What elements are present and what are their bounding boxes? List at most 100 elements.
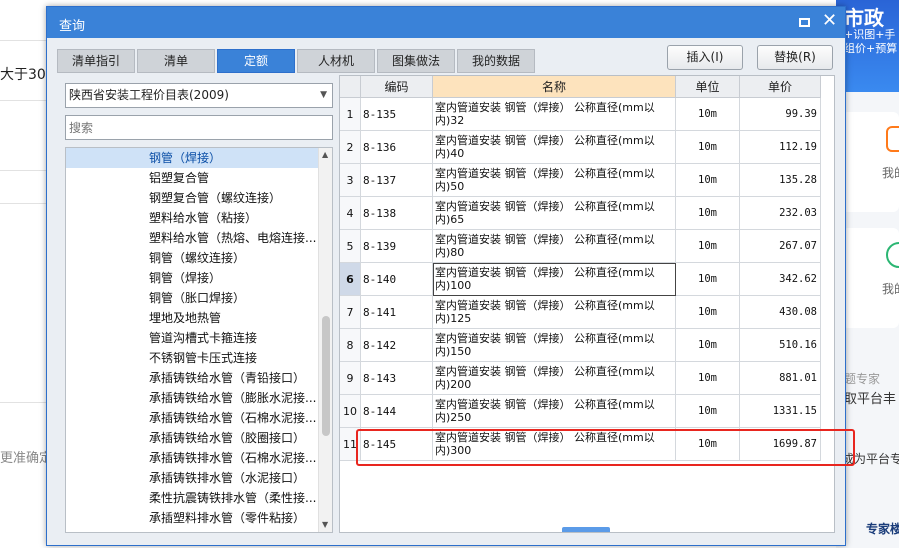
grid-header-code[interactable]: 编码 — [361, 76, 433, 98]
feature-card[interactable]: 我的 — [842, 228, 899, 328]
scroll-up-icon[interactable]: ▲ — [322, 150, 328, 159]
grid-cell-name[interactable]: 室内管道安装 钢管（焊接） 公称直径(mm以 内)80 — [433, 230, 676, 263]
grid-cell-price[interactable]: 232.03 — [740, 197, 821, 230]
grid-cell-idx[interactable]: 6 — [340, 263, 361, 296]
grid-cell-unit[interactable]: 10m — [676, 197, 740, 230]
tree-item[interactable]: 管道沟槽式卡箍连接 — [66, 328, 318, 348]
tree-item[interactable]: 承插铸铁排水管（水泥接口） — [66, 468, 318, 488]
tree-scrollbar[interactable]: ▲ ▼ — [318, 148, 332, 532]
grid-cell-name-line: 室内管道安装 钢管（焊接） 公称直径(mm以 — [435, 233, 655, 246]
grid-cell-idx[interactable]: 1 — [340, 98, 361, 131]
grid-cell-price[interactable]: 881.01 — [740, 362, 821, 395]
scroll-down-icon[interactable]: ▼ — [322, 520, 328, 529]
grid-cell-price[interactable]: 342.62 — [740, 263, 821, 296]
grid-cell-unit[interactable]: 10m — [676, 329, 740, 362]
tab-bill[interactable]: 清单 — [137, 49, 215, 73]
tree-item[interactable]: ... — [66, 528, 318, 532]
grid-cell-unit[interactable]: 10m — [676, 98, 740, 131]
grid-cell-price[interactable]: 1331.15 — [740, 395, 821, 428]
grid-cell-unit[interactable]: 10m — [676, 395, 740, 428]
grid-cell-code[interactable]: 8-139 — [361, 230, 433, 263]
tree-item[interactable]: 塑料给水管（粘接） — [66, 208, 318, 228]
grid-cell-code[interactable]: 8-138 — [361, 197, 433, 230]
tree-item[interactable]: 铝塑复合管 — [66, 168, 318, 188]
grid-cell-name[interactable]: 室内管道安装 钢管（焊接） 公称直径(mm以 内)125 — [433, 296, 676, 329]
grid-cell-code[interactable]: 8-136 — [361, 131, 433, 164]
grid-cell-price[interactable]: 510.16 — [740, 329, 821, 362]
tab-atlas-method[interactable]: 图集做法 — [377, 49, 455, 73]
tab-bill-guide[interactable]: 清单指引 — [57, 49, 135, 73]
feature-label: 我的 — [882, 282, 899, 296]
grid-cell-code[interactable]: 8-137 — [361, 164, 433, 197]
tree-item[interactable]: 钢塑复合管（螺纹连接） — [66, 188, 318, 208]
tree-item[interactable]: 埋地及地热管 — [66, 308, 318, 328]
grid-cell-unit[interactable]: 10m — [676, 296, 740, 329]
grid-cell-unit[interactable]: 10m — [676, 164, 740, 197]
tree-item[interactable]: 承插塑料排水管（零件粘接） — [66, 508, 318, 528]
grid-cell-price[interactable]: 99.39 — [740, 98, 821, 131]
grid-cell-name[interactable]: 室内管道安装 钢管（焊接） 公称直径(mm以 内)250 — [433, 395, 676, 428]
grid-cell-code[interactable]: 8-144 — [361, 395, 433, 428]
divider — [0, 40, 46, 41]
tree-item[interactable]: 不锈钢管卡压式连接 — [66, 348, 318, 368]
grid-cell-name[interactable]: 室内管道安装 钢管（焊接） 公称直径(mm以 内)40 — [433, 131, 676, 164]
scroll-thumb[interactable] — [322, 316, 330, 436]
grid-cell-idx[interactable]: 7 — [340, 296, 361, 329]
grid-cell-unit[interactable]: 10m — [676, 131, 740, 164]
grid-cell-idx[interactable]: 4 — [340, 197, 361, 230]
dialog-titlebar[interactable]: 查询 ✕ — [47, 7, 845, 38]
grid-header-name[interactable]: 名称 — [433, 76, 676, 98]
grid-cell-name[interactable]: 室内管道安装 钢管（焊接） 公称直径(mm以 内)65 — [433, 197, 676, 230]
grid-cell-code[interactable]: 8-141 — [361, 296, 433, 329]
grid-cell-name[interactable]: 室内管道安装 钢管（焊接） 公称直径(mm以 内)50 — [433, 164, 676, 197]
grid-cell-idx[interactable]: 10 — [340, 395, 361, 428]
search-input[interactable] — [65, 115, 333, 140]
insert-button[interactable]: 插入(I) — [667, 45, 743, 70]
tree-item[interactable]: 塑料给水管（热熔、电熔连接... — [66, 228, 318, 248]
replace-button[interactable]: 替换(R) — [757, 45, 833, 70]
tree-item[interactable]: 承插铸铁给水管（膨胀水泥接... — [66, 388, 318, 408]
background-text: 专家楼 — [866, 522, 899, 536]
grid-cell-price[interactable]: 267.07 — [740, 230, 821, 263]
grid-header-unit[interactable]: 单位 — [676, 76, 740, 98]
grid-cell-idx[interactable]: 8 — [340, 329, 361, 362]
grid-cell-name[interactable]: 室内管道安装 钢管（焊接） 公称直径(mm以 内)200 — [433, 362, 676, 395]
grid-cell-price[interactable]: 430.08 — [740, 296, 821, 329]
tree-item[interactable]: 柔性抗震铸铁排水管（柔性接... — [66, 488, 318, 508]
grid-cell-unit[interactable]: 10m — [676, 263, 740, 296]
grid-cell-unit[interactable]: 10m — [676, 230, 740, 263]
grid-cell-idx[interactable]: 2 — [340, 131, 361, 164]
maximize-icon[interactable] — [799, 18, 810, 27]
tree-item[interactable]: 承插铸铁给水管（青铅接口） — [66, 368, 318, 388]
feature-card[interactable]: 我的 — [842, 112, 899, 212]
grid-cell-idx[interactable]: 5 — [340, 230, 361, 263]
grid-cell-name[interactable]: 室内管道安装 钢管（焊接） 公称直径(mm以 内)32 — [433, 98, 676, 131]
grid-cell-code[interactable]: 8-135 — [361, 98, 433, 131]
feature-icon — [886, 126, 899, 152]
grid-cell-idx[interactable]: 9 — [340, 362, 361, 395]
tree-item[interactable]: 铜管（焊接） — [66, 268, 318, 288]
tab-quota[interactable]: 定额 — [217, 49, 295, 73]
grid-cell-price[interactable]: 135.28 — [740, 164, 821, 197]
tree-item[interactable]: 钢管（焊接） — [66, 148, 318, 168]
tab-my-data[interactable]: 我的数据 — [457, 49, 535, 73]
tree-item[interactable]: 铜管（螺纹连接） — [66, 248, 318, 268]
tree-item[interactable]: 铜管（胀口焊接） — [66, 288, 318, 308]
panel-resize-grip[interactable] — [562, 527, 610, 532]
tree-item[interactable]: 承插铸铁给水管（石棉水泥接... — [66, 408, 318, 428]
grid-cell-code[interactable]: 8-142 — [361, 329, 433, 362]
grid-cell-price[interactable]: 112.19 — [740, 131, 821, 164]
grid-cell-name[interactable]: 室内管道安装 钢管（焊接） 公称直径(mm以 内)150 — [433, 329, 676, 362]
tab-labor-material-machine[interactable]: 人材机 — [297, 49, 375, 73]
grid-cell-code[interactable]: 8-140 — [361, 263, 433, 296]
grid-cell-name[interactable]: 室内管道安装 钢管（焊接） 公称直径(mm以 内)100 — [433, 263, 676, 296]
grid-cell-code[interactable]: 8-143 — [361, 362, 433, 395]
grid-cell-idx[interactable]: 3 — [340, 164, 361, 197]
tree-item[interactable]: 承插铸铁给水管（胶圈接口） — [66, 428, 318, 448]
close-icon[interactable]: ✕ — [822, 11, 837, 31]
grid-cell-name-line: 室内管道安装 钢管（焊接） 公称直径(mm以 — [435, 101, 655, 114]
tree-item[interactable]: 承插铸铁排水管（石棉水泥接... — [66, 448, 318, 468]
catalog-select[interactable]: 陕西省安装工程价目表(2009) ▼ — [65, 83, 333, 108]
grid-header-price[interactable]: 单价 — [740, 76, 821, 98]
grid-cell-unit[interactable]: 10m — [676, 362, 740, 395]
